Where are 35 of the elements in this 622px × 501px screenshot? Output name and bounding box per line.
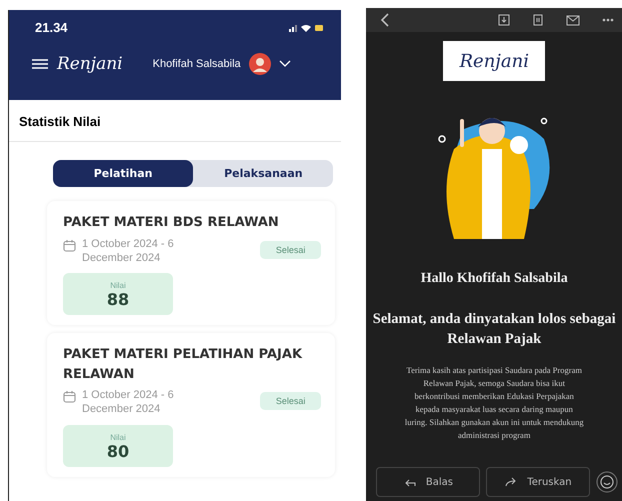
status-badge: Selesai	[260, 240, 322, 258]
greeting-text: Hallo Khofifah Salsabila	[420, 271, 568, 287]
email-logo: Renjani	[443, 41, 546, 81]
status-icons-icon	[289, 22, 324, 32]
status-badge: Selesai	[260, 392, 322, 410]
archive-icon[interactable]	[498, 14, 510, 26]
email-body-text: Terima kasih atas partisipasi Saudara pada Program Relawan Pajak, semoga Saudara bisa ikut berkontribusi memberikan Edukasi Perpajakan kepada masyarakat luas secara daring maupun luring. Silahkan gunakan akun ini untuk mendukung administrasi program	[404, 364, 584, 442]
calendar-icon	[63, 390, 76, 404]
page-title: Statistik Nilai	[9, 100, 342, 142]
mail-icon[interactable]	[566, 14, 580, 26]
score-label: Nilai	[110, 432, 126, 442]
course-title: PAKET MATERI PELATIHAN PAJAK RELAWAN	[63, 346, 304, 384]
action-button[interactable]: Teruskan	[486, 467, 590, 497]
menu-icon[interactable]	[31, 58, 49, 70]
tab[interactable]: Pelaksanaan	[193, 160, 334, 187]
date-range: 1 October 2024 - 6 December 2024	[82, 388, 175, 417]
back-icon[interactable]	[380, 13, 390, 27]
status-time: 21.34	[35, 20, 68, 35]
score-value: 80	[106, 442, 130, 461]
course-title: PAKET MATERI BDS RELAWAN	[63, 214, 280, 232]
forward-icon	[505, 477, 518, 487]
action-button[interactable]: Balas	[376, 467, 480, 497]
reply-icon	[404, 477, 416, 487]
app-logo[interactable]: Renjani	[57, 54, 123, 74]
user-name[interactable]: Khofifah Salsabila	[152, 58, 241, 70]
email-heading: Selamat, anda dinyatakan lolos sebagai Relawan Pajak	[372, 310, 617, 350]
score-label: Nilai	[110, 281, 126, 290]
date-range: 1 October 2024 - 6 December 2024	[82, 236, 175, 266]
score-value: 88	[106, 290, 130, 310]
emoji-icon[interactable]	[596, 471, 618, 493]
more-icon[interactable]	[602, 18, 614, 22]
calendar-icon	[63, 238, 76, 252]
tab[interactable]: Pelatihan	[53, 160, 194, 187]
avatar-icon[interactable]	[248, 53, 271, 75]
chevron-down-icon[interactable]	[278, 60, 291, 68]
